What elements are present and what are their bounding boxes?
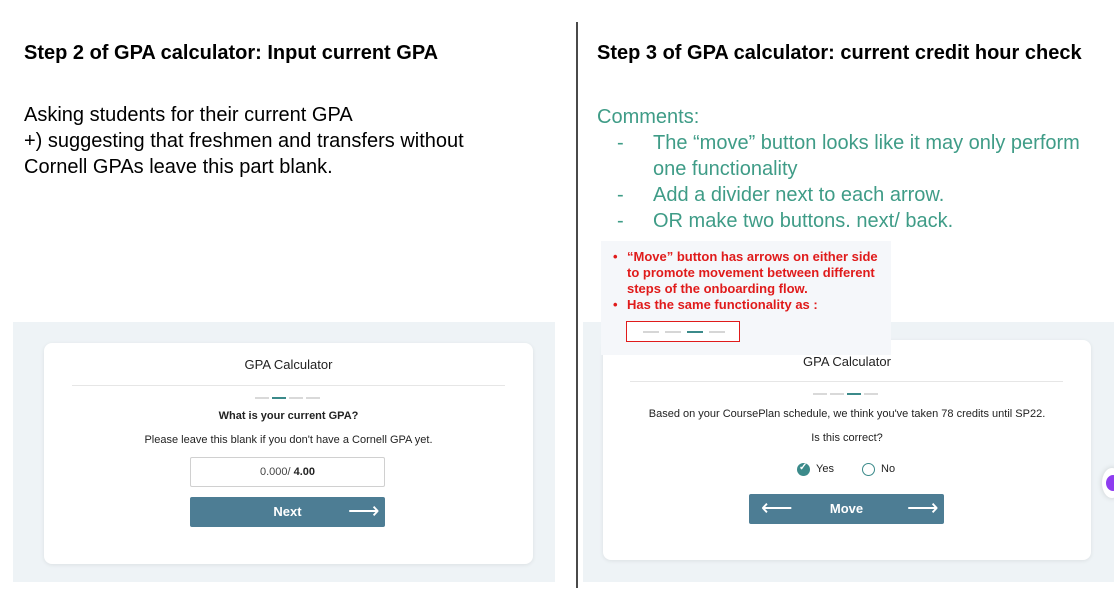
- yes-radio-label: Yes: [816, 463, 834, 475]
- progress-step: [255, 397, 269, 399]
- gpa-input-max: 4.00: [293, 466, 316, 478]
- gpa-hint: Please leave this blank if you don't hav…: [144, 434, 433, 446]
- progress-step: [289, 397, 303, 399]
- gpa-question: What is your current GPA?: [218, 410, 359, 422]
- card-title: GPA Calculator: [244, 357, 333, 372]
- left-slide-title: Step 2 of GPA calculator: Input current …: [24, 42, 439, 64]
- progress-step-active: [687, 331, 703, 333]
- progress-step: [830, 393, 844, 395]
- credits-prompt: Is this correct?: [811, 432, 883, 444]
- move-button[interactable]: ⟵ Move ⟶: [749, 494, 944, 524]
- comment-item: - OR make two buttons. next/ back.: [617, 210, 954, 232]
- card-title-rule: [72, 385, 505, 386]
- gpa-calculator-card: [603, 340, 1091, 560]
- gpa-input-value: 0.000/: [259, 466, 291, 478]
- description-line: Asking students for their current GPA: [24, 104, 353, 126]
- radio-checked-icon: [797, 462, 810, 476]
- progress-step: [306, 397, 320, 399]
- left-slide-description: Asking students for their current GPA +)…: [24, 102, 564, 180]
- slide-divider: [576, 22, 578, 588]
- note-item: “Move” button has arrows on either side …: [613, 249, 881, 297]
- no-radio-label: No: [881, 463, 896, 475]
- card-title: GPA Calculator: [803, 354, 891, 369]
- progress-step-active: [272, 397, 286, 399]
- right-slide-title: Step 3 of GPA calculator: current credit…: [597, 42, 1082, 64]
- credits-question: Based on your CoursePlan schedule, we th…: [648, 408, 1046, 420]
- progress-step-active: [847, 393, 861, 395]
- comments-block: Comments: - The “move” button looks like …: [597, 104, 1097, 234]
- comments-heading: Comments:: [597, 106, 700, 128]
- gpa-input[interactable]: 0.000/ 4.00: [190, 457, 385, 487]
- progress-step: [709, 331, 725, 333]
- gpa-calculator-card: [44, 343, 533, 564]
- progress-step: [813, 393, 827, 395]
- radio-empty-icon: [862, 463, 875, 476]
- progress-indicator-highlight: [626, 321, 740, 342]
- comment-item: - Add a divider next to each arrow.: [617, 184, 945, 206]
- forward-arrow-icon[interactable]: ⟶: [907, 497, 939, 519]
- description-line: Cornell GPAs leave this part blank.: [24, 156, 333, 178]
- next-button[interactable]: Next ⟶: [190, 497, 385, 527]
- note-item: Has the same functionality as :: [613, 297, 881, 313]
- right-arrow-icon: ⟶: [348, 498, 380, 523]
- progress-step: [665, 331, 681, 333]
- comment-item: - The “move” button looks like it may onl…: [617, 132, 1080, 180]
- card-title-rule: [630, 381, 1063, 382]
- progress-step: [643, 331, 659, 333]
- progress-step: [864, 393, 878, 395]
- description-line: +) suggesting that freshmen and transfer…: [24, 130, 464, 152]
